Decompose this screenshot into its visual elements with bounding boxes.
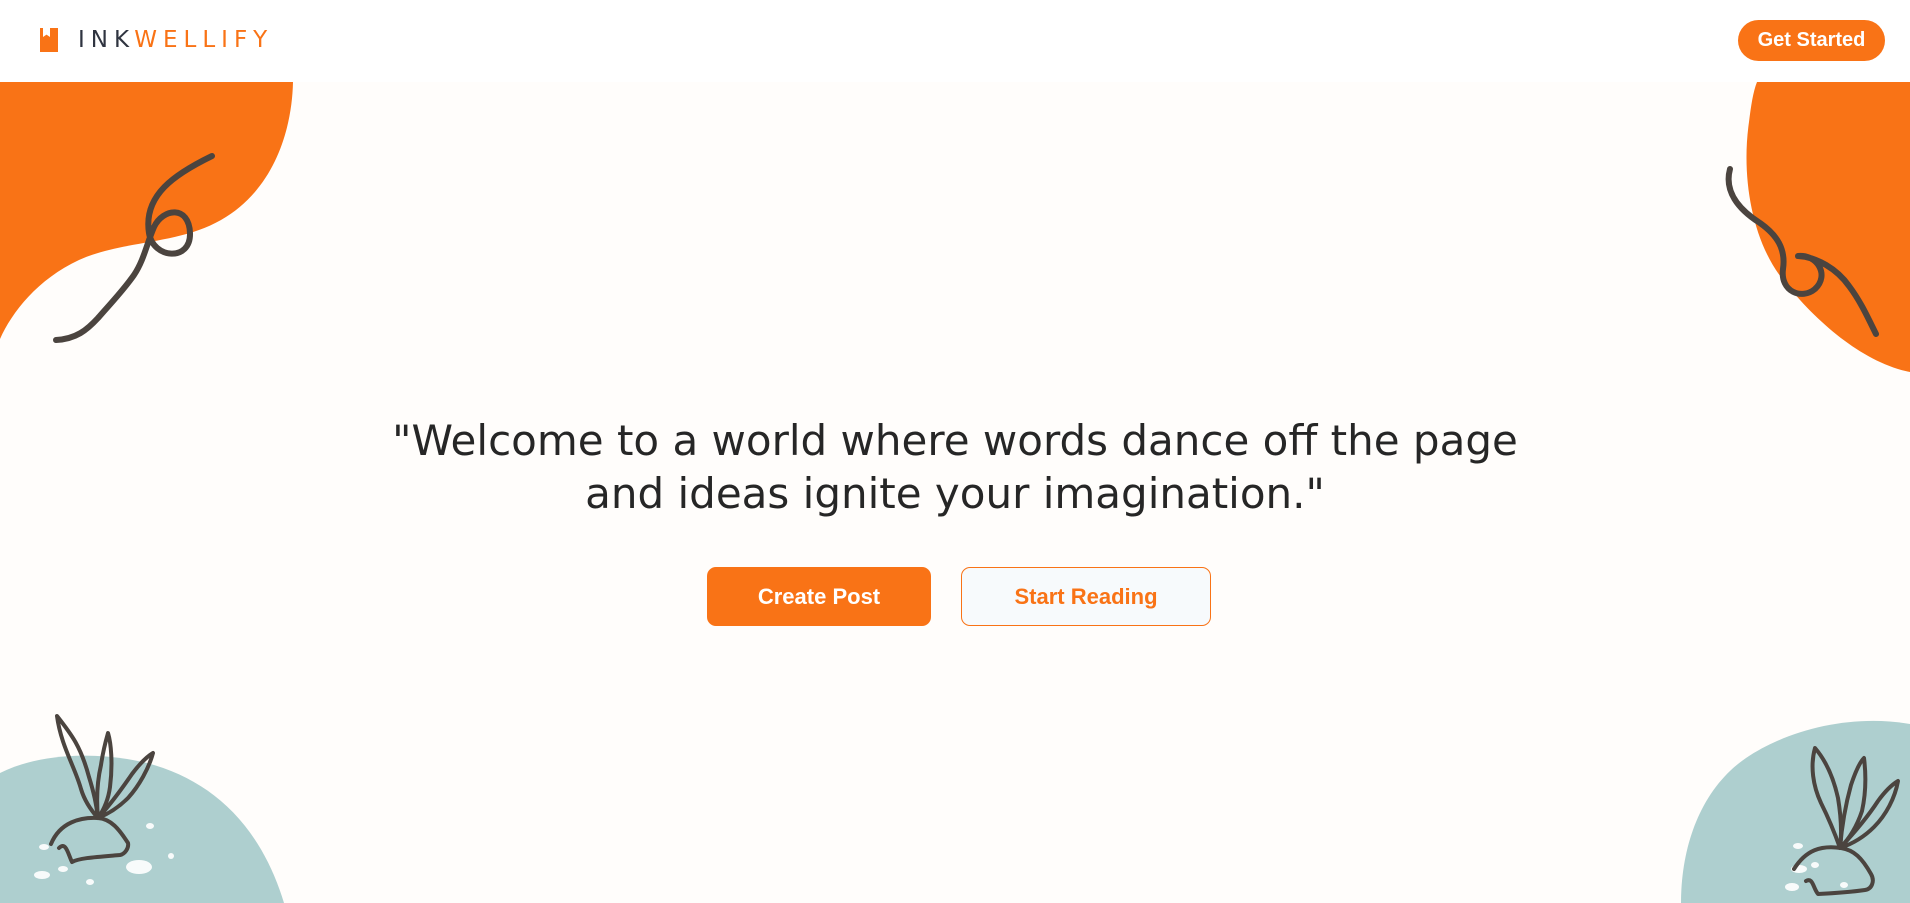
- get-started-button[interactable]: Get Started: [1738, 20, 1885, 61]
- top-navigation: INKWELLIFY Get Started: [0, 0, 1910, 82]
- orange-blob-with-scribble-icon: [1725, 82, 1910, 372]
- hero-quote: "Welcome to a world where words dance of…: [392, 416, 1518, 518]
- brand-name-suffix: WELLIFY: [134, 27, 274, 53]
- top-left-decoration: [0, 82, 296, 357]
- orange-blob-with-scribble-icon: [0, 82, 293, 343]
- top-right-decoration: [1714, 82, 1910, 372]
- brand-logo[interactable]: INKWELLIFY: [38, 27, 273, 53]
- hero-section: "Welcome to a world where words dance of…: [355, 414, 1555, 520]
- bottom-left-decoration: [0, 710, 300, 903]
- brand-name: INKWELLIFY: [78, 27, 273, 53]
- teal-blob-with-plant-icon: [1681, 720, 1910, 903]
- bottom-right-decoration: [1676, 715, 1910, 903]
- brand-name-prefix: INK: [78, 27, 135, 53]
- book-icon: [40, 28, 58, 52]
- start-reading-button[interactable]: Start Reading: [961, 567, 1211, 626]
- hero-actions: Create Post Start Reading: [707, 567, 1213, 628]
- create-post-button[interactable]: Create Post: [707, 567, 931, 626]
- teal-blob-with-plant-icon: [0, 714, 284, 903]
